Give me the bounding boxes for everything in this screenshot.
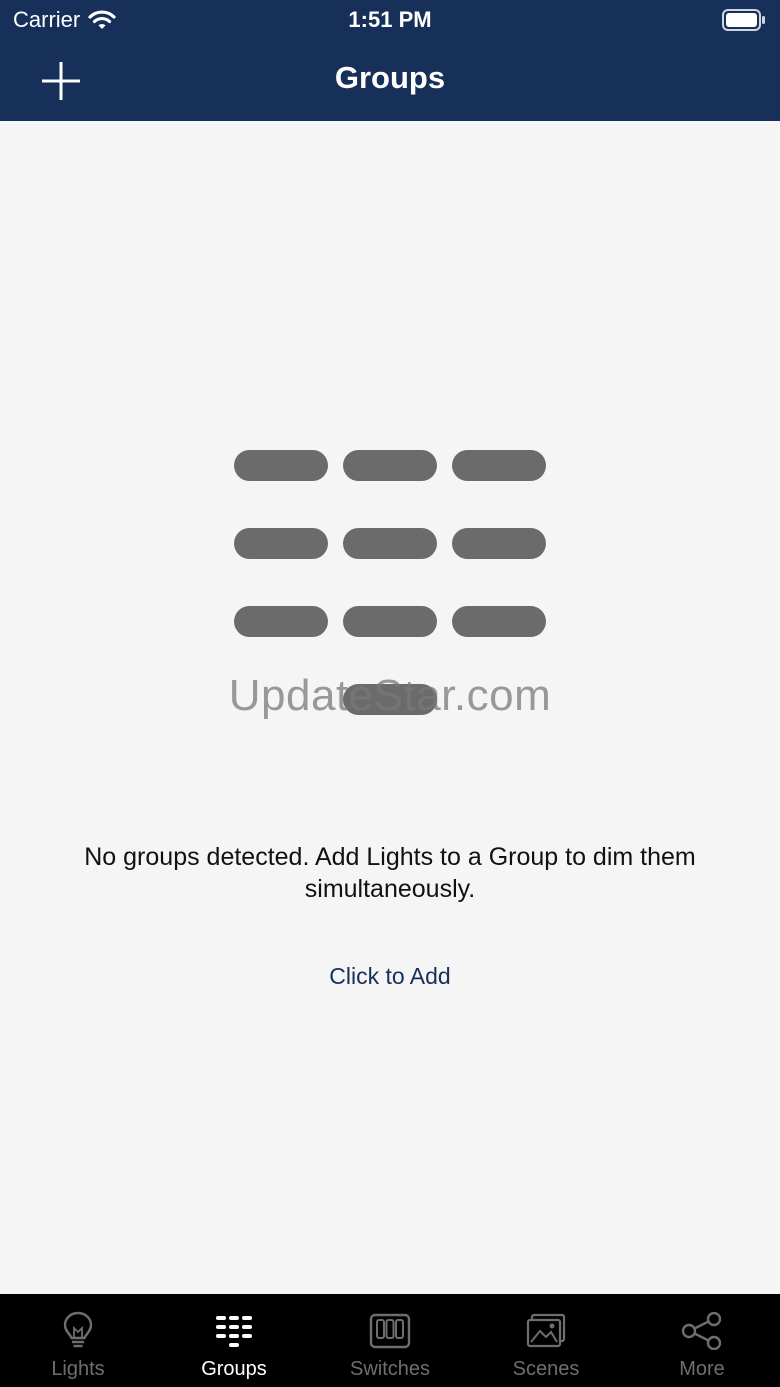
illustration-pill [234, 528, 328, 559]
status-bar: Carrier 1:51 PM [0, 0, 780, 40]
illustration-pill [343, 528, 437, 559]
battery-icon [722, 9, 765, 31]
watermark: UpdateStar.com [228, 671, 552, 720]
tab-label: Groups [201, 1358, 267, 1380]
tab-switches[interactable]: Switches [312, 1294, 468, 1387]
tab-more[interactable]: More [624, 1294, 780, 1387]
illustration-pill [343, 450, 437, 481]
scenes-icon [526, 1313, 566, 1348]
illustration-pill [234, 450, 328, 481]
tab-bar: Lights Groups Switches Scenes More [0, 1294, 780, 1387]
status-time: 1:51 PM [348, 7, 432, 32]
tab-lights[interactable]: Lights [0, 1294, 156, 1387]
tab-label: Scenes [512, 1358, 580, 1380]
switches-icon [369, 1313, 411, 1349]
illustration-pill [343, 606, 437, 637]
click-to-add-link[interactable]: Click to Add [0, 963, 780, 990]
illustration-pill [452, 606, 546, 637]
share-icon [681, 1312, 722, 1350]
tab-label: More [679, 1358, 725, 1380]
illustration-pill [452, 528, 546, 559]
tab-label: Lights [51, 1358, 105, 1380]
illustration-pill [234, 606, 328, 637]
empty-state-message: No groups detected. Add Lights to a Grou… [84, 843, 696, 903]
illustration-pill [452, 450, 546, 481]
groups-icon [216, 1316, 252, 1347]
tab-scenes[interactable]: Scenes [468, 1294, 624, 1387]
page-title: Groups [334, 60, 446, 95]
navigation-bar: Groups [0, 40, 780, 121]
main-content: UpdateStar.com No groups detected. Add L… [0, 121, 780, 1294]
tab-label: Switches [349, 1358, 431, 1380]
header: Carrier 1:51 PM Groups [0, 0, 780, 121]
lightbulb-icon [63, 1311, 93, 1348]
tab-groups[interactable]: Groups [156, 1294, 312, 1387]
